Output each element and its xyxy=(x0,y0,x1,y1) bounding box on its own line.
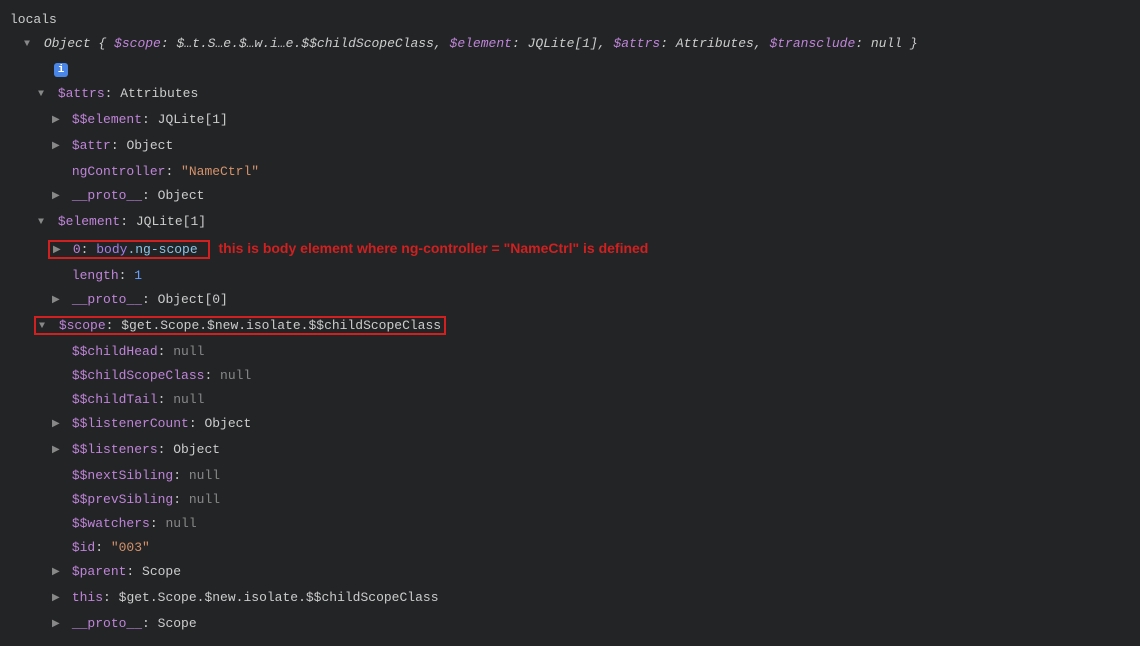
prop-label: $$listeners xyxy=(72,442,158,457)
element-length-row[interactable]: length: 1 xyxy=(10,264,1130,288)
info-icon[interactable]: i xyxy=(54,63,68,77)
dom-tag: body xyxy=(96,242,127,257)
prop-value: $get.Scope.$new.isolate.$$childScopeClas… xyxy=(121,318,441,333)
prop-value: JQLite[1] xyxy=(136,214,206,229)
expand-toggle-icon[interactable] xyxy=(52,413,64,437)
prop-value: null xyxy=(189,468,220,483)
prop-label: this xyxy=(72,590,103,605)
prop-value: Object xyxy=(173,442,220,457)
summary-transclude-key: $transclude xyxy=(769,36,855,51)
expand-toggle-icon[interactable] xyxy=(52,289,64,313)
prop-value: Attributes xyxy=(120,86,198,101)
annotation-text: this is body element where ng-controller… xyxy=(218,240,648,256)
expand-toggle-icon[interactable] xyxy=(52,185,64,209)
scope-proto-row[interactable]: __proto__: Scope xyxy=(10,612,1130,638)
prop-label: __proto__ xyxy=(72,616,142,631)
prop-value: null xyxy=(173,392,204,407)
object-prefix: Object { xyxy=(44,36,106,51)
expand-toggle-icon[interactable] xyxy=(39,315,51,339)
element-zero-row[interactable]: 0: body.ng-scope this is body element wh… xyxy=(10,236,1130,264)
scope-this-row[interactable]: this: $get.Scope.$new.isolate.$$childSco… xyxy=(10,586,1130,612)
scope-id-row[interactable]: $id: "003" xyxy=(10,536,1130,560)
prop-label: $$childTail xyxy=(72,392,158,407)
element-row[interactable]: $element: JQLite[1] xyxy=(10,210,1130,236)
prop-label: ngController xyxy=(72,164,166,179)
info-badge-row: i xyxy=(10,58,1130,82)
prop-value: $get.Scope.$new.isolate.$$childScopeClas… xyxy=(119,590,439,605)
expand-toggle-icon[interactable] xyxy=(52,587,64,611)
summary-attrs-val: Attributes xyxy=(676,36,754,51)
prop-label: $$listenerCount xyxy=(72,416,189,431)
expand-toggle-icon[interactable] xyxy=(38,83,50,107)
summary-element-val: JQLite[1] xyxy=(528,36,598,51)
expand-toggle-icon[interactable] xyxy=(53,239,65,263)
prop-label: $$nextSibling xyxy=(72,468,173,483)
attrs-ngcontroller-row[interactable]: ngController: "NameCtrl" xyxy=(10,160,1130,184)
attrs-row[interactable]: $attrs: Attributes xyxy=(10,82,1130,108)
scope-row[interactable]: $scope: $get.Scope.$new.isolate.$$childS… xyxy=(10,314,1130,340)
prop-value: 1 xyxy=(134,268,142,283)
prop-value: Object[0] xyxy=(158,292,228,307)
prop-label: $$element xyxy=(72,112,142,127)
dom-class: .ng-scope xyxy=(127,242,197,257)
scope-prevsibling-row[interactable]: $$prevSibling: null xyxy=(10,488,1130,512)
scope-nextsibling-row[interactable]: $$nextSibling: null xyxy=(10,464,1130,488)
prop-label: $$watchers xyxy=(72,516,150,531)
prop-label: length xyxy=(72,268,119,283)
expand-toggle-icon[interactable] xyxy=(38,211,50,235)
prop-label: $id xyxy=(72,540,95,555)
prop-value: Scope xyxy=(158,616,197,631)
attrs-proto-row[interactable]: __proto__: Object xyxy=(10,184,1130,210)
summary-scope-key: $scope xyxy=(114,36,161,51)
prop-label: 0 xyxy=(73,242,81,257)
prop-label: $$childHead xyxy=(72,344,158,359)
scope-childscopeclass-row[interactable]: $$childScopeClass: null xyxy=(10,364,1130,388)
scope-childhead-row[interactable]: $$childHead: null xyxy=(10,340,1130,364)
title-text: locals xyxy=(10,12,57,27)
expand-toggle-icon[interactable] xyxy=(52,135,64,159)
object-suffix: } xyxy=(910,36,918,51)
prop-label: $attrs xyxy=(58,86,105,101)
highlight-box-scope: $scope: $get.Scope.$new.isolate.$$childS… xyxy=(34,316,446,335)
prop-value: Object xyxy=(204,416,251,431)
prop-label: $attr xyxy=(72,138,111,153)
highlight-box-element-zero: 0: body.ng-scope xyxy=(48,240,210,259)
prop-value: Scope xyxy=(142,564,181,579)
prop-label: __proto__ xyxy=(72,188,142,203)
prop-label: $element xyxy=(58,214,120,229)
prop-label: $$prevSibling xyxy=(72,492,173,507)
scope-childtail-row[interactable]: $$childTail: null xyxy=(10,388,1130,412)
scope-parent-row[interactable]: $parent: Scope xyxy=(10,560,1130,586)
prop-label: $parent xyxy=(72,564,127,579)
attrs-attr-row[interactable]: $attr: Object xyxy=(10,134,1130,160)
prop-value: null xyxy=(220,368,251,383)
expand-toggle-icon[interactable] xyxy=(52,439,64,463)
summary-transclude-val: null xyxy=(871,36,902,51)
prop-value: Object xyxy=(126,138,173,153)
expand-toggle-icon[interactable] xyxy=(52,561,64,585)
expand-toggle-icon[interactable] xyxy=(24,33,36,57)
element-proto-row[interactable]: __proto__: Object[0] xyxy=(10,288,1130,314)
prop-label: $scope xyxy=(59,318,106,333)
expand-toggle-icon[interactable] xyxy=(52,613,64,637)
expand-toggle-icon[interactable] xyxy=(52,109,64,133)
prop-value: Object xyxy=(158,188,205,203)
attrs-element-row[interactable]: $$element: JQLite[1] xyxy=(10,108,1130,134)
prop-value: "NameCtrl" xyxy=(181,164,259,179)
scope-listeners-row[interactable]: $$listeners: Object xyxy=(10,438,1130,464)
summary-element-key: $element xyxy=(450,36,512,51)
scope-watchers-row[interactable]: $$watchers: null xyxy=(10,512,1130,536)
section-title: locals xyxy=(10,8,1130,32)
prop-value: null xyxy=(173,344,204,359)
prop-value: "003" xyxy=(111,540,150,555)
prop-label: $$childScopeClass xyxy=(72,368,205,383)
scope-listenercount-row[interactable]: $$listenerCount: Object xyxy=(10,412,1130,438)
object-summary-row[interactable]: Object { $scope: $…t.S…e.$…w.i…e.$$child… xyxy=(10,32,1130,58)
prop-label: __proto__ xyxy=(72,292,142,307)
prop-value: null xyxy=(189,492,220,507)
prop-value: null xyxy=(165,516,196,531)
summary-scope-val: $…t.S…e.$…w.i…e.$$childScopeClass xyxy=(176,36,433,51)
prop-value: JQLite[1] xyxy=(158,112,228,127)
summary-attrs-key: $attrs xyxy=(613,36,660,51)
